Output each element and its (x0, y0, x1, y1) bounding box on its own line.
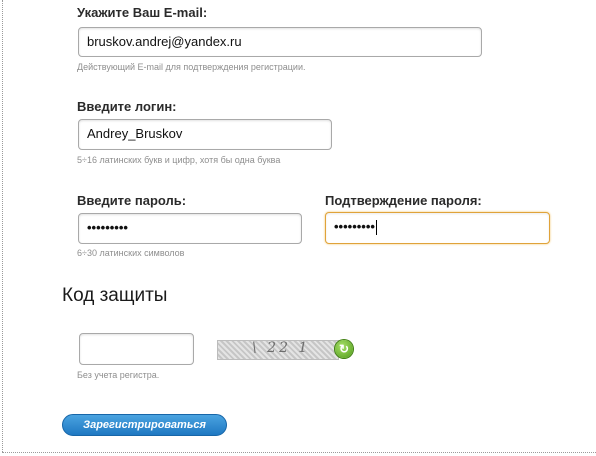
password-hint: 6÷30 латинских символов (77, 248, 185, 258)
captcha-hint: Без учета регистра. (77, 370, 160, 380)
login-field[interactable]: Andrey_Bruskov (78, 119, 332, 150)
captcha-image: \ 22 1 (217, 340, 339, 360)
registration-form: Укажите Ваш E-mail: bruskov.andrej@yande… (0, 0, 596, 456)
text-caret (375, 220, 377, 236)
password-confirm-field[interactable]: ••••••••• (325, 212, 550, 244)
email-field[interactable]: bruskov.andrej@yandex.ru (78, 27, 482, 57)
captcha-input[interactable] (79, 333, 194, 365)
email-hint: Действующий E-mail для подтверждения рег… (77, 62, 306, 72)
password-value: ••••••••• (87, 220, 128, 235)
dotted-border-left (2, 0, 3, 452)
login-hint: 5÷16 латинских букв и цифр, хотя бы одна… (77, 155, 281, 165)
login-label: Введите логин: (77, 99, 177, 114)
password-confirm-value: ••••••••• (334, 219, 375, 234)
password-label: Введите пароль: (77, 193, 187, 208)
dotted-border-bottom (2, 452, 596, 453)
register-button[interactable]: Зарегистрироваться (62, 414, 227, 436)
password-field[interactable]: ••••••••• (78, 213, 302, 244)
password-confirm-label: Подтверждение пароля: (325, 193, 482, 208)
captcha-section-title: Код защиты (62, 285, 168, 306)
email-label: Укажите Ваш E-mail: (77, 5, 208, 20)
refresh-icon[interactable]: ↻ (335, 340, 353, 358)
captcha-image-text: \ 22 1 (252, 340, 311, 356)
